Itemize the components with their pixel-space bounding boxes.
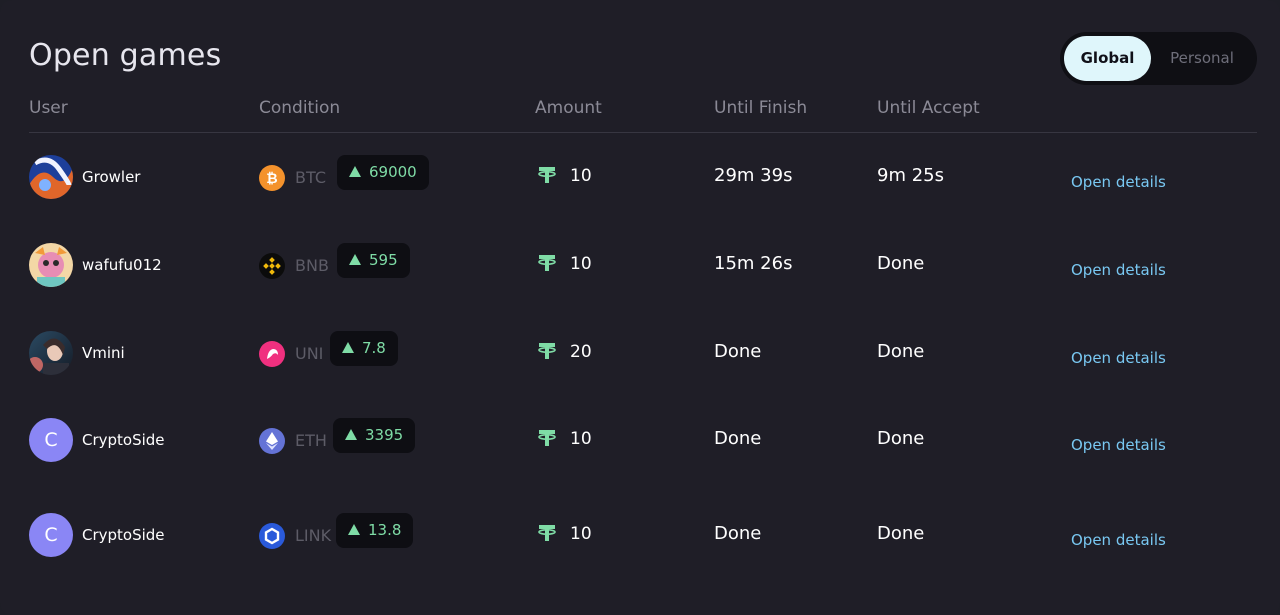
username[interactable]: Growler bbox=[82, 168, 140, 186]
condition-value: 13.8 bbox=[368, 521, 402, 539]
open-details-link[interactable]: Open details bbox=[1071, 531, 1166, 549]
username[interactable]: wafufu012 bbox=[82, 256, 162, 274]
arrow-up-icon bbox=[349, 254, 361, 265]
open-details-link[interactable]: Open details bbox=[1071, 261, 1166, 279]
scope-toggle: Global Personal bbox=[1060, 32, 1257, 85]
condition-badge: 13.8 bbox=[336, 513, 414, 548]
avatar: C bbox=[29, 513, 73, 557]
table-header: User Condition Amount Until Finish Until… bbox=[29, 98, 1257, 133]
header-user: User bbox=[29, 98, 68, 118]
until-accept-value: Done bbox=[877, 341, 925, 362]
chainlink-icon bbox=[259, 523, 285, 549]
header-condition: Condition bbox=[259, 98, 341, 118]
tether-icon bbox=[538, 341, 556, 361]
table-row: Vmini UNI 7.8 20 Done Done Open details bbox=[29, 331, 1257, 381]
table-row: C CryptoSide ETH 3395 10 Done Done Open … bbox=[29, 418, 1257, 468]
bitcoin-icon: ₿ bbox=[259, 165, 285, 191]
tether-icon bbox=[538, 165, 556, 185]
tether-icon bbox=[538, 428, 556, 448]
arrow-up-icon bbox=[342, 342, 354, 353]
until-accept-value: 9m 25s bbox=[877, 165, 944, 186]
tether-icon bbox=[538, 523, 556, 543]
username[interactable]: CryptoSide bbox=[82, 431, 165, 449]
wafufu-avatar-icon bbox=[29, 243, 73, 287]
table-row: Growler ₿ BTC 69000 10 29m 39s 9m 25s Op… bbox=[29, 155, 1257, 205]
condition-badge: 595 bbox=[337, 243, 410, 278]
header-until-accept: Until Accept bbox=[877, 98, 980, 118]
open-details-link[interactable]: Open details bbox=[1071, 349, 1166, 367]
until-finish-value: 15m 26s bbox=[714, 253, 793, 274]
toggle-global-button[interactable]: Global bbox=[1064, 36, 1151, 81]
table-row: C CryptoSide LINK 13.8 10 Done Done Open… bbox=[29, 513, 1257, 563]
until-finish-value: Done bbox=[714, 428, 762, 449]
open-games-panel: Open games Global Personal User Conditio… bbox=[0, 0, 1280, 615]
condition-value: 69000 bbox=[369, 163, 417, 181]
until-accept-value: Done bbox=[877, 253, 925, 274]
header-until-finish: Until Finish bbox=[714, 98, 808, 118]
amount-value: 10 bbox=[570, 254, 592, 274]
table-row: wafufu012 BNB 595 10 15m 26s Done Open d… bbox=[29, 243, 1257, 293]
open-details-link[interactable]: Open details bbox=[1071, 173, 1166, 191]
until-accept-value: Done bbox=[877, 523, 925, 544]
page-title: Open games bbox=[29, 38, 222, 73]
arrow-up-icon bbox=[345, 429, 357, 440]
amount-value: 10 bbox=[570, 429, 592, 449]
coin-symbol: BTC bbox=[295, 168, 326, 187]
svg-text:₿: ₿ bbox=[266, 171, 277, 187]
ethereum-icon bbox=[259, 428, 285, 454]
toggle-personal-button[interactable]: Personal bbox=[1156, 36, 1248, 81]
arrow-up-icon bbox=[349, 166, 361, 177]
amount-value: 10 bbox=[570, 166, 592, 186]
until-finish-value: Done bbox=[714, 341, 762, 362]
until-finish-value: 29m 39s bbox=[714, 165, 793, 186]
coin-symbol: BNB bbox=[295, 256, 329, 275]
condition-badge: 69000 bbox=[337, 155, 429, 190]
growler-avatar-icon bbox=[29, 155, 73, 199]
username[interactable]: Vmini bbox=[82, 344, 125, 362]
binance-icon bbox=[259, 253, 285, 279]
until-accept-value: Done bbox=[877, 428, 925, 449]
tether-icon bbox=[538, 253, 556, 273]
until-finish-value: Done bbox=[714, 523, 762, 544]
condition-badge: 3395 bbox=[333, 418, 416, 453]
condition-badge: 7.8 bbox=[330, 331, 398, 366]
coin-symbol: ETH bbox=[295, 431, 327, 450]
amount-value: 10 bbox=[570, 524, 592, 544]
coin-symbol: UNI bbox=[295, 344, 324, 363]
avatar: C bbox=[29, 418, 73, 462]
arrow-up-icon bbox=[348, 524, 360, 535]
coin-symbol: LINK bbox=[295, 526, 332, 545]
condition-value: 595 bbox=[369, 251, 398, 269]
vmini-avatar-icon bbox=[29, 331, 73, 375]
amount-value: 20 bbox=[570, 342, 592, 362]
username[interactable]: CryptoSide bbox=[82, 526, 165, 544]
header-amount: Amount bbox=[535, 98, 602, 118]
open-details-link[interactable]: Open details bbox=[1071, 436, 1166, 454]
uniswap-icon bbox=[259, 341, 285, 367]
condition-value: 7.8 bbox=[362, 339, 386, 357]
condition-value: 3395 bbox=[365, 426, 404, 444]
